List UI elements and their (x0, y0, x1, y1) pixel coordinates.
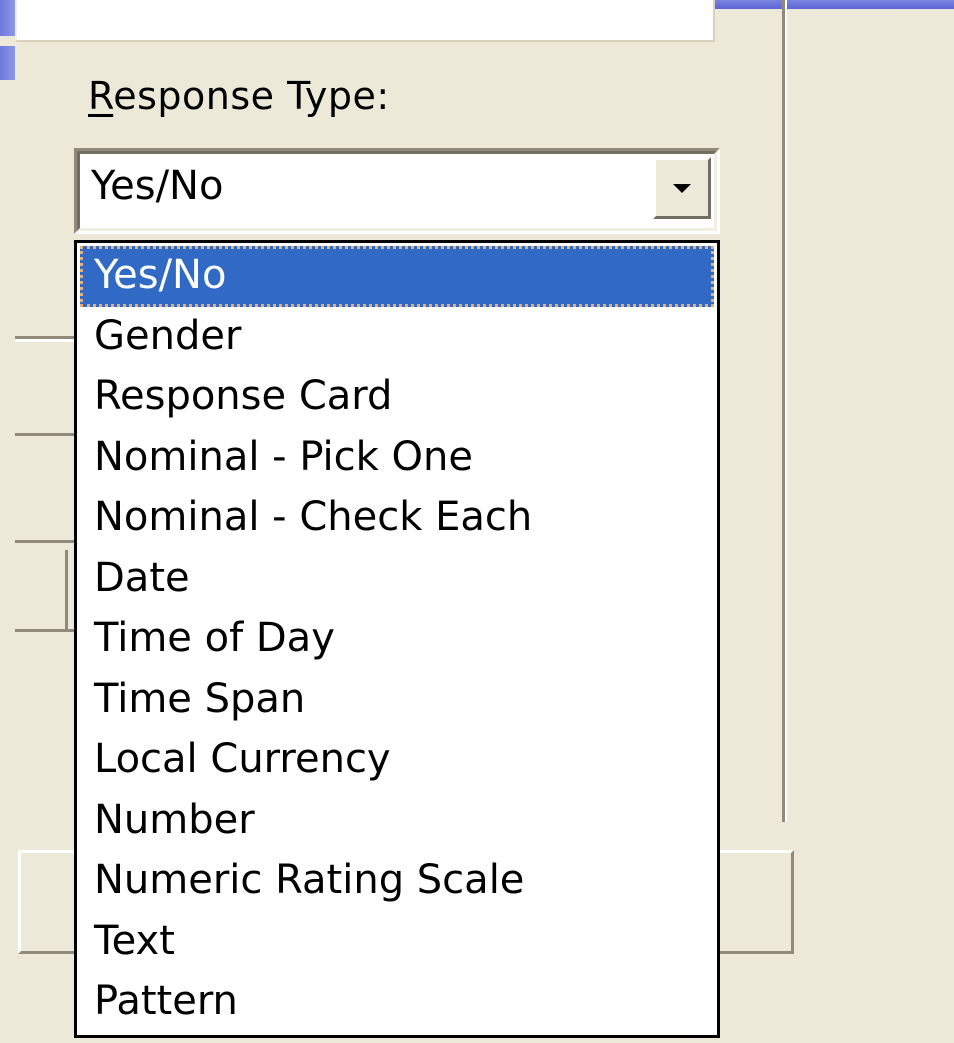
background-control-fragment (15, 336, 75, 436)
dropdown-option[interactable]: Text (80, 912, 714, 973)
dropdown-option[interactable]: Nominal - Check Each (80, 488, 714, 549)
dropdown-option[interactable]: Number (80, 791, 714, 852)
dropdown-toggle-button[interactable] (653, 157, 711, 219)
window-frame-notch (0, 36, 15, 46)
label-text: esponse Type: (113, 74, 390, 118)
response-type-combobox[interactable]: Yes/No (74, 148, 720, 234)
background-control-highlight (15, 339, 75, 342)
response-type-dropdown-list[interactable]: Yes/No Gender Response Card Nominal - Pick … (74, 240, 720, 1038)
dropdown-option[interactable]: Gender (80, 307, 714, 368)
dropdown-option[interactable]: Numeric Rating Scale (80, 851, 714, 912)
label-mnemonic: R (88, 74, 114, 118)
previous-text-field[interactable] (15, 0, 715, 42)
background-button-right[interactable] (718, 850, 794, 954)
dropdown-option[interactable]: Pattern (80, 972, 714, 1033)
dropdown-option[interactable]: Date (80, 549, 714, 610)
dropdown-option[interactable]: Time of Day (80, 609, 714, 670)
combobox-selected-value: Yes/No (91, 163, 224, 209)
response-type-label: Response Type: (88, 74, 390, 118)
dropdown-option[interactable]: Response Card (80, 367, 714, 428)
dropdown-option[interactable]: Nominal - Pick One (80, 428, 714, 489)
chevron-down-icon (673, 184, 691, 193)
dropdown-option[interactable]: Time Span (80, 670, 714, 731)
background-button-left[interactable] (18, 850, 78, 954)
dropdown-option[interactable]: Local Currency (80, 730, 714, 791)
dropdown-option[interactable]: Yes/No (80, 246, 714, 307)
group-box-right-edge (782, 0, 787, 822)
